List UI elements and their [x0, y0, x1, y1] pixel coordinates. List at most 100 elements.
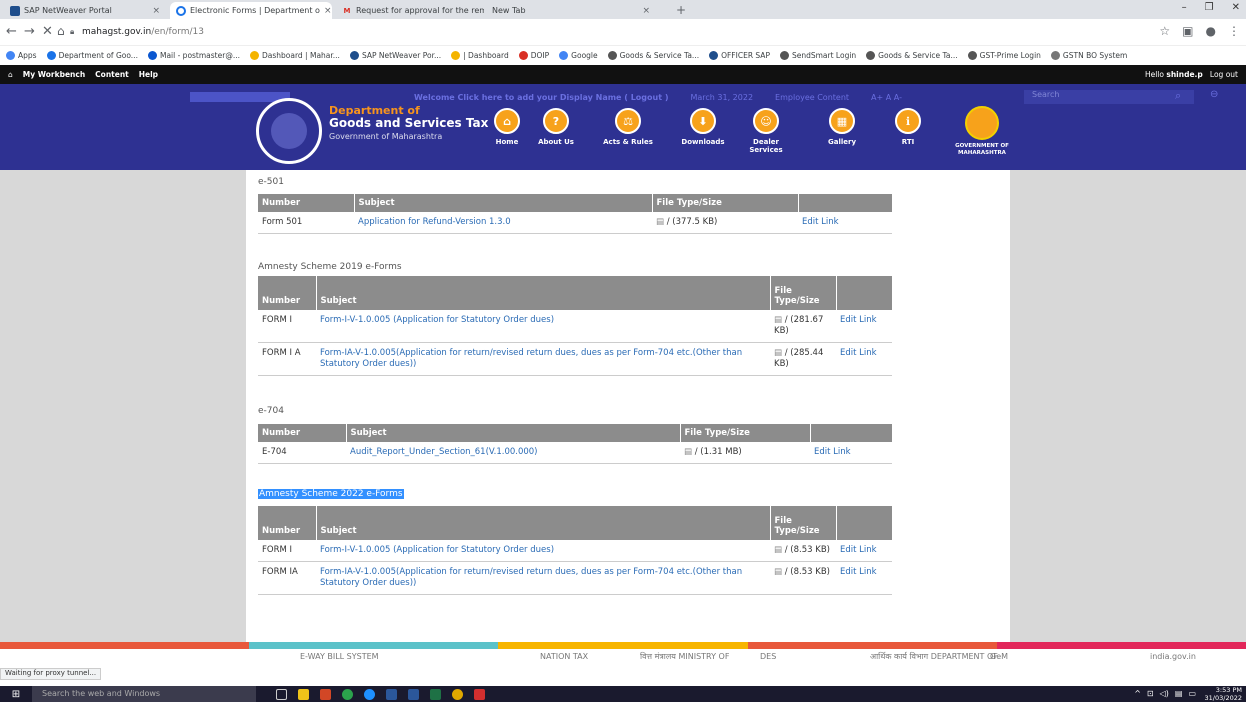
excel-icon[interactable]: [430, 689, 441, 700]
footer-logo[interactable]: E-WAY BILL SYSTEM: [300, 652, 379, 661]
bookmark-item[interactable]: Apps: [6, 51, 37, 60]
form-subject-link[interactable]: Form-I-V-1.0.005 (Application for Statut…: [316, 310, 770, 343]
form-subject-link[interactable]: Form-IA-V-1.0.005(Application for return…: [316, 561, 770, 595]
edit-link[interactable]: Edit Link: [836, 310, 892, 343]
acrobat-icon[interactable]: [474, 689, 485, 700]
print-icon[interactable]: ⊖: [1210, 89, 1218, 100]
edit-link[interactable]: Edit Link: [836, 342, 892, 376]
form-subject-link[interactable]: Form-I-V-1.0.005 (Application for Statut…: [316, 540, 770, 562]
nav-about-us[interactable]: ? About Us: [526, 108, 586, 146]
star-icon[interactable]: ☆: [1159, 24, 1170, 38]
tab-new-tab[interactable]: New Tab ×: [486, 2, 656, 19]
dept-seal-logo[interactable]: [256, 98, 322, 164]
menu-my-workbench[interactable]: My Workbench: [23, 70, 85, 79]
nav-dealer-services[interactable]: ☺ Dealer Services: [736, 108, 796, 154]
bookmark-item[interactable]: SAP NetWeaver Por...: [349, 51, 441, 60]
file-info[interactable]: ▤ / (285.44 KB): [770, 342, 836, 376]
home-icon[interactable]: ⌂: [8, 70, 13, 79]
keyboard-icon[interactable]: ▭: [1188, 689, 1196, 698]
powerpoint-icon[interactable]: [320, 689, 331, 700]
bookmark-item[interactable]: Department of Goo...: [46, 51, 138, 60]
stop-icon[interactable]: ✕: [42, 24, 53, 39]
menu-icon[interactable]: ⋮: [1228, 24, 1240, 38]
close-icon[interactable]: ×: [152, 6, 160, 16]
url-field[interactable]: mahagst.gov.in/en/form/13: [82, 27, 204, 37]
chevron-up-icon[interactable]: ^: [1134, 689, 1141, 698]
task-view-icon[interactable]: [276, 689, 287, 700]
nav-acts-rules[interactable]: ⚖ Acts & Rules: [598, 108, 658, 146]
footer-logo[interactable]: GeM: [990, 652, 1008, 661]
menu-help[interactable]: Help: [139, 70, 158, 79]
edge-icon[interactable]: [364, 689, 375, 700]
lock-icon[interactable]: 🔒︎: [70, 27, 74, 37]
home-icon[interactable]: ⌂: [57, 24, 65, 38]
notification-icon[interactable]: ▤: [1175, 689, 1183, 698]
form-subject-link[interactable]: Application for Refund-Version 1.3.0: [354, 212, 652, 234]
file-info[interactable]: ▤ / (8.53 KB): [770, 561, 836, 595]
table-row: E-704 Audit_Report_Under_Section_61(V.1.0…: [258, 442, 892, 464]
chrome-icon[interactable]: [342, 689, 353, 700]
file-explorer-icon[interactable]: [298, 689, 309, 700]
tab-request-approval[interactable]: M Request for approval for the rem ×: [336, 2, 484, 19]
new-tab-plus-icon[interactable]: +: [676, 3, 686, 17]
window-close-icon[interactable]: ✕: [1232, 2, 1240, 13]
footer-logo[interactable]: DES: [760, 652, 776, 661]
back-arrow-icon[interactable]: ←: [6, 24, 17, 39]
bookmark-item[interactable]: OFFICER SAP: [709, 51, 770, 60]
bookmark-item[interactable]: Mail - postmaster@...: [147, 51, 240, 60]
volume-icon[interactable]: ◁): [1160, 689, 1169, 698]
bookmark-label: GSTN BO System: [1062, 51, 1128, 60]
bookmark-item[interactable]: Goods & Service Ta...: [607, 51, 699, 60]
bookmark-item[interactable]: | Dashboard: [451, 51, 509, 60]
file-info[interactable]: ▤ / (1.31 MB): [680, 442, 810, 464]
network-icon[interactable]: ⊡: [1147, 689, 1154, 698]
bookmark-item[interactable]: GST-Prime Login: [967, 51, 1041, 60]
bookmark-item[interactable]: Google: [559, 51, 598, 60]
edit-link[interactable]: Edit Link: [810, 442, 892, 464]
search-input[interactable]: Search: [1024, 90, 1194, 104]
app-icon[interactable]: [452, 689, 463, 700]
file-info[interactable]: ▤ / (377.5 KB): [652, 212, 798, 234]
windows-start-icon[interactable]: ⊞: [0, 686, 32, 702]
word-icon[interactable]: [408, 689, 419, 700]
edit-link[interactable]: Edit Link: [836, 540, 892, 562]
footer-logo[interactable]: india.gov.in: [1150, 652, 1196, 661]
forward-arrow-icon[interactable]: →: [24, 24, 35, 39]
font-size-controls[interactable]: A+ A A-: [871, 93, 902, 102]
welcome-text[interactable]: Welcome Click here to add your Display N…: [414, 93, 668, 102]
bookmark-item[interactable]: Dashboard | Mahar...: [249, 51, 340, 60]
file-info[interactable]: ▤ / (281.67 KB): [770, 310, 836, 343]
file-info[interactable]: ▤ / (8.53 KB): [770, 540, 836, 562]
extension-icon[interactable]: ▣: [1182, 24, 1193, 38]
nav-gallery[interactable]: ▦ Gallery: [812, 108, 872, 146]
clock[interactable]: 3:53 PM 31/03/2022: [1205, 686, 1242, 702]
profile-icon[interactable]: ●: [1206, 24, 1216, 38]
bookmark-item[interactable]: DOIP: [518, 51, 549, 60]
employee-content-link[interactable]: Employee Content: [775, 93, 849, 102]
ie-icon[interactable]: [386, 689, 397, 700]
menu-content[interactable]: Content: [95, 70, 129, 79]
minimize-icon[interactable]: –: [1182, 2, 1187, 13]
gov-maharashtra-logo[interactable]: GOVERNMENT OF MAHARASHTRA: [944, 106, 1020, 157]
maximize-icon[interactable]: ❐: [1205, 2, 1214, 13]
footer-logo[interactable]: वित्त मंत्रालय MINISTRY OF: [640, 652, 729, 661]
nav-downloads[interactable]: ⬇ Downloads: [673, 108, 733, 146]
close-icon[interactable]: ×: [642, 6, 650, 16]
edit-link[interactable]: Edit Link: [836, 561, 892, 595]
form-subject-link[interactable]: Form-IA-V-1.0.005(Application for return…: [316, 342, 770, 376]
bookmark-favicon-icon: [46, 51, 56, 60]
form-subject-link[interactable]: Audit_Report_Under_Section_61(V.1.00.000…: [346, 442, 680, 464]
footer-logo[interactable]: NATION TAX: [540, 652, 588, 661]
search-icon[interactable]: ⌕: [1175, 89, 1181, 103]
taskbar-search-input[interactable]: Search the web and Windows: [32, 686, 256, 702]
footer-logo[interactable]: आर्थिक कार्य विभाग DEPARTMENT OF: [870, 652, 998, 661]
nav-rti[interactable]: ℹ RTI: [878, 108, 938, 146]
bookmark-item[interactable]: GSTN BO System: [1050, 51, 1128, 60]
edit-link[interactable]: Edit Link: [798, 212, 892, 234]
bookmark-item[interactable]: Goods & Service Ta...: [866, 51, 958, 60]
tab-sap-portal[interactable]: SAP NetWeaver Portal ×: [4, 2, 166, 19]
tab-electronic-forms[interactable]: Electronic Forms | Department o ×: [170, 2, 332, 19]
bookmark-item[interactable]: SendSmart Login: [779, 51, 856, 60]
close-icon[interactable]: ×: [324, 6, 332, 16]
logout-link[interactable]: Log out: [1210, 70, 1238, 79]
